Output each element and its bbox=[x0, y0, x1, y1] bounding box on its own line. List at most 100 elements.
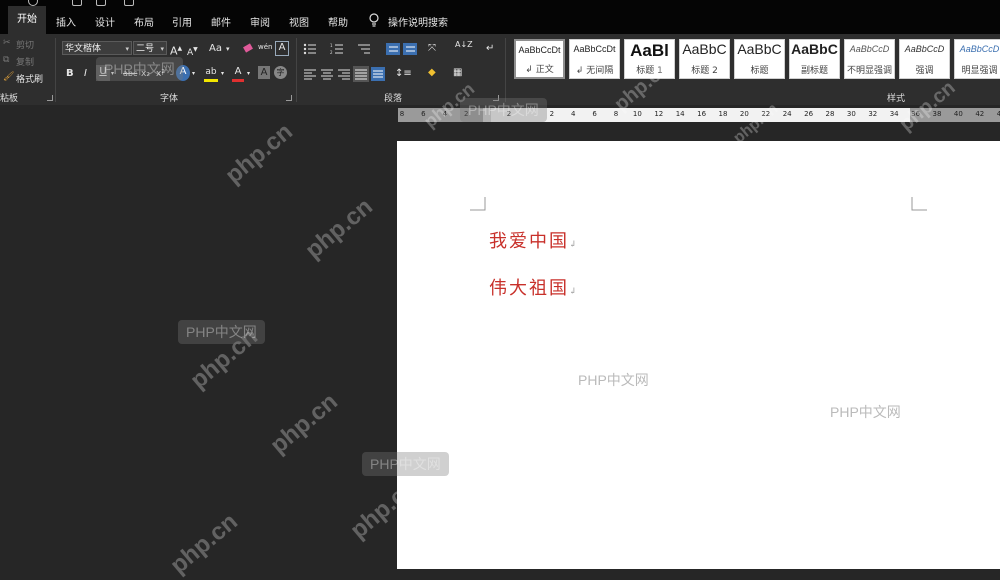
font-color-letter: A bbox=[234, 66, 242, 77]
ruler-tick-label: 26 bbox=[804, 110, 814, 118]
font-color-button[interactable]: A bbox=[232, 65, 244, 82]
group-divider bbox=[505, 38, 506, 102]
style-sample: AaBbC bbox=[791, 41, 838, 57]
style-name: 明显强调 bbox=[961, 66, 998, 76]
style-sample: AaBbCcDt bbox=[573, 44, 616, 54]
align-center-icon[interactable] bbox=[320, 67, 334, 81]
align-right-icon[interactable] bbox=[337, 67, 351, 81]
format-painter-button[interactable]: 格式刷 bbox=[16, 72, 43, 85]
chevron-down-icon[interactable]: ▾ bbox=[226, 42, 230, 56]
font-group-label: 字体 bbox=[160, 94, 179, 104]
character-border-button[interactable]: A bbox=[275, 41, 289, 56]
ruler-tick-label: 28 bbox=[825, 110, 835, 118]
decrease-indent-icon[interactable] bbox=[386, 42, 400, 56]
font-launcher-icon[interactable] bbox=[286, 95, 292, 101]
shrink-font-button[interactable]: A▼ bbox=[187, 43, 198, 60]
style-sample: AaBbC bbox=[682, 41, 727, 57]
tab-insert[interactable]: 插入 bbox=[56, 14, 76, 29]
document-line-2[interactable]: 伟大祖国↲ bbox=[489, 274, 577, 300]
clipboard-launcher-icon[interactable] bbox=[47, 95, 53, 101]
style-item[interactable]: AaBbCcD 明显强调 bbox=[954, 39, 1000, 79]
clear-formatting-icon[interactable] bbox=[242, 42, 256, 56]
watermark-cn: PHP中文网 bbox=[96, 57, 183, 81]
style-item[interactable]: AaBbC 标题 bbox=[734, 39, 785, 79]
multilevel-list-icon[interactable] bbox=[357, 42, 371, 56]
ruler-tick-label: 6 bbox=[592, 110, 597, 118]
style-name: 强调 bbox=[915, 66, 934, 76]
chevron-down-icon[interactable]: ▾ bbox=[247, 67, 250, 81]
chevron-down-icon[interactable]: ▾ bbox=[192, 67, 195, 81]
style-sample: AaBbCcD bbox=[849, 44, 890, 54]
chevron-down-icon: ▾ bbox=[160, 45, 164, 53]
align-left-icon[interactable] bbox=[303, 67, 317, 81]
tab-references[interactable]: 引用 bbox=[172, 14, 192, 29]
paragraph-mark: ↲ bbox=[569, 240, 577, 250]
style-name: 标题 bbox=[750, 66, 769, 76]
watermark-cn: PHP中文网 bbox=[460, 98, 547, 122]
ruler-tick-label: 8 bbox=[399, 110, 405, 118]
line-text: 伟大祖国 bbox=[489, 278, 569, 299]
change-case-button[interactable]: Aa bbox=[209, 42, 222, 56]
font-size-combo[interactable]: 二号 ▾ bbox=[133, 41, 167, 55]
watermark-cn: PHP中文网 bbox=[362, 452, 449, 476]
distributed-icon[interactable] bbox=[371, 67, 385, 81]
justify-icon[interactable] bbox=[353, 66, 369, 82]
bold-button[interactable]: B bbox=[66, 67, 74, 81]
ruler-tick-label: 24 bbox=[782, 110, 792, 118]
document-page[interactable]: 我爱中国↲ 伟大祖国↲ bbox=[397, 141, 1000, 569]
ruler-tick-label: 2 bbox=[549, 110, 555, 118]
style-name: ↲ 正文 bbox=[525, 65, 554, 75]
ruler-tick-label: 40 bbox=[953, 110, 963, 118]
style-item[interactable]: AaBbCcD 强调 bbox=[899, 39, 950, 79]
increase-indent-icon[interactable] bbox=[403, 42, 417, 56]
tab-mailings[interactable]: 邮件 bbox=[211, 14, 231, 29]
enclose-characters-button[interactable]: 字 bbox=[274, 66, 287, 79]
chinese-layout-button[interactable]: ⤧ bbox=[428, 42, 436, 56]
tab-layout[interactable]: 布局 bbox=[134, 14, 154, 29]
style-sample: AaBbCcDt bbox=[518, 45, 561, 55]
tab-design[interactable]: 设计 bbox=[95, 14, 115, 29]
italic-button[interactable]: I bbox=[84, 67, 87, 81]
line-spacing-button[interactable]: ↕≡ bbox=[395, 67, 412, 81]
cut-button[interactable]: 剪切 bbox=[16, 38, 34, 51]
font-name-combo[interactable]: 华文楷体 ▾ bbox=[62, 41, 132, 55]
font-size-value: 二号 bbox=[136, 44, 155, 54]
copy-icon: ⧉ bbox=[3, 55, 10, 65]
style-name: 副标题 bbox=[800, 66, 828, 76]
style-item[interactable]: AaBbCcD 不明显强调 bbox=[844, 39, 895, 79]
style-name: 不明显强调 bbox=[846, 66, 892, 76]
show-marks-button[interactable]: ↵ bbox=[486, 42, 494, 56]
sort-button[interactable]: A↓Z bbox=[455, 40, 473, 49]
svg-text:2: 2 bbox=[330, 50, 333, 55]
autosave-icon[interactable] bbox=[2, 0, 10, 4]
numbering-icon[interactable]: 12 bbox=[330, 42, 344, 56]
tab-help[interactable]: 帮助 bbox=[328, 14, 348, 29]
phonetic-guide-button[interactable]: wén bbox=[258, 40, 272, 54]
tell-me-search[interactable]: 操作说明搜索 bbox=[388, 14, 448, 29]
style-sample: AaBl bbox=[630, 41, 669, 60]
shading-button[interactable]: ◆ bbox=[428, 66, 436, 80]
style-item[interactable]: AaBbCcDt ↲ 无间隔 bbox=[569, 39, 620, 79]
tab-review[interactable]: 审阅 bbox=[250, 14, 270, 29]
lightbulb-icon[interactable] bbox=[368, 13, 380, 27]
ruler-tick-label: 12 bbox=[654, 110, 664, 118]
highlight-button[interactable]: ab bbox=[204, 65, 218, 82]
style-item[interactable]: AaBbC 副标题 bbox=[789, 39, 840, 79]
highlighter-icon: ab bbox=[205, 67, 217, 77]
character-shading-button[interactable]: A bbox=[258, 66, 270, 79]
chevron-down-icon[interactable]: ▾ bbox=[221, 67, 224, 81]
ruler-tick-label: 14 bbox=[675, 110, 685, 118]
style-item[interactable]: AaBbC 标题 2 bbox=[679, 39, 730, 79]
document-line-1[interactable]: 我爱中国↲ bbox=[489, 227, 577, 253]
tab-home[interactable]: 开始 bbox=[8, 6, 46, 34]
svg-text:1: 1 bbox=[330, 43, 333, 48]
borders-button[interactable]: ▦ bbox=[453, 66, 462, 80]
ruler-tick-label: 20 bbox=[739, 110, 749, 118]
style-item[interactable]: AaBbCcDt ↲ 正文 bbox=[514, 39, 565, 79]
group-divider bbox=[296, 38, 297, 102]
paragraph-group-label: 段落 bbox=[384, 94, 403, 104]
bullets-icon[interactable] bbox=[303, 42, 317, 56]
tab-view[interactable]: 视图 bbox=[289, 14, 309, 29]
copy-button[interactable]: 复制 bbox=[16, 55, 34, 68]
ruler-tick-label: 8 bbox=[613, 110, 619, 118]
